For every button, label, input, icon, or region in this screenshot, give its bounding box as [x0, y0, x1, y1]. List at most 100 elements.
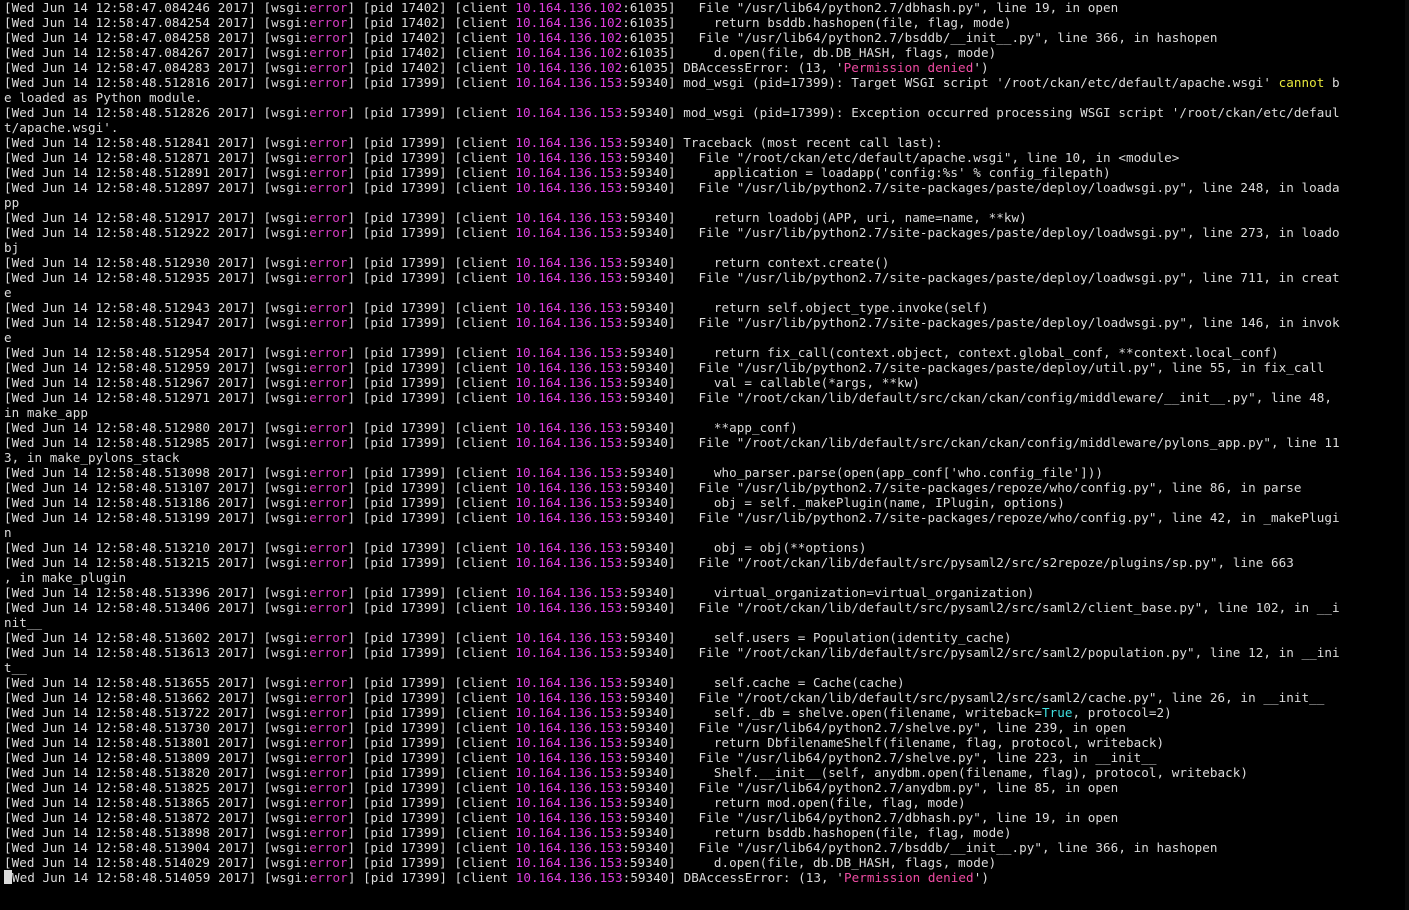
log-text: [Wed Jun 14 12:58:48.513820 2017] [wsgi:	[4, 765, 310, 780]
log-text: :59340] File "/usr/lib64/python2.7/dbhas…	[622, 810, 1119, 825]
log-line: [Wed Jun 14 12:58:48.513722 2017] [wsgi:…	[4, 705, 1405, 720]
log-text: ] [pid 17399] [client	[347, 720, 516, 735]
log-text: :59340] File "/usr/lib/python2.7/site-pa…	[622, 225, 1340, 240]
log-literal: True	[1042, 705, 1073, 720]
log-client-ip: 10.164.136.153	[515, 210, 623, 225]
log-client-ip: 10.164.136.153	[515, 150, 623, 165]
log-text: ] [pid 17399] [client	[347, 375, 516, 390]
log-client-ip: 10.164.136.153	[515, 465, 623, 480]
log-text: :59340] mod_wsgi (pid=17399): Exception …	[622, 105, 1340, 120]
log-text: ] [pid 17399] [client	[347, 480, 516, 495]
log-client-ip: 10.164.136.153	[515, 255, 623, 270]
log-text: pp	[4, 195, 20, 210]
log-text: ] [pid 17402] [client	[347, 0, 516, 15]
log-line: [Wed Jun 14 12:58:48.513801 2017] [wsgi:…	[4, 735, 1405, 750]
log-text: ] [pid 17399] [client	[347, 645, 516, 660]
log-level: error	[309, 480, 348, 495]
log-level: error	[309, 210, 348, 225]
log-text: ] [pid 17399] [client	[347, 300, 516, 315]
log-client-ip: 10.164.136.153	[515, 690, 623, 705]
log-client-ip: 10.164.136.153	[515, 840, 623, 855]
log-text: ] [pid 17399] [client	[347, 510, 516, 525]
log-text: e loaded as Python module.	[4, 90, 203, 105]
log-client-ip: 10.164.136.153	[515, 675, 623, 690]
log-text: :59340] return loadobj(APP, uri, name=na…	[622, 210, 1027, 225]
log-level: error	[309, 780, 348, 795]
log-text: [Wed Jun 14 12:58:47.084267 2017] [wsgi:	[4, 45, 310, 60]
log-line: [Wed Jun 14 12:58:48.513730 2017] [wsgi:…	[4, 720, 1405, 735]
log-client-ip: 10.164.136.153	[515, 105, 623, 120]
log-text: ] [pid 17402] [client	[347, 15, 516, 30]
log-text: [Wed Jun 14 12:58:48.513613 2017] [wsgi:	[4, 645, 310, 660]
log-level: error	[309, 30, 348, 45]
log-text: ] [pid 17399] [client	[347, 270, 516, 285]
log-text: [Wed Jun 14 12:58:48.512954 2017] [wsgi:	[4, 345, 310, 360]
log-client-ip: 10.164.136.153	[515, 825, 623, 840]
log-text: ] [pid 17399] [client	[347, 165, 516, 180]
log-text: [Wed Jun 14 12:58:48.513825 2017] [wsgi:	[4, 780, 310, 795]
log-client-ip: 10.164.136.153	[515, 180, 623, 195]
log-level: error	[309, 765, 348, 780]
terminal-output[interactable]: [Wed Jun 14 12:58:47.084246 2017] [wsgi:…	[0, 0, 1405, 910]
log-client-ip: 10.164.136.153	[515, 720, 623, 735]
log-level: error	[309, 690, 348, 705]
log-client-ip: 10.164.136.153	[515, 480, 623, 495]
log-line: [Wed Jun 14 12:58:48.513210 2017] [wsgi:…	[4, 540, 1405, 555]
log-line: [Wed Jun 14 12:58:48.512897 2017] [wsgi:…	[4, 180, 1405, 195]
log-client-ip: 10.164.136.153	[515, 585, 623, 600]
log-client-ip: 10.164.136.153	[515, 600, 623, 615]
log-text: [Wed Jun 14 12:58:48.512980 2017] [wsgi:	[4, 420, 310, 435]
log-client-ip: 10.164.136.153	[515, 225, 623, 240]
log-line: [Wed Jun 14 12:58:47.084254 2017] [wsgi:…	[4, 15, 1405, 30]
log-level: error	[309, 135, 348, 150]
log-text: [Wed Jun 14 12:58:48.512917 2017] [wsgi:	[4, 210, 310, 225]
log-text: ] [pid 17399] [client	[347, 795, 516, 810]
log-text: [Wed Jun 14 12:58:48.513602 2017] [wsgi:	[4, 630, 310, 645]
log-line: [Wed Jun 14 12:58:48.513098 2017] [wsgi:…	[4, 465, 1405, 480]
log-text: [Wed Jun 14 12:58:48.513662 2017] [wsgi:	[4, 690, 310, 705]
log-line: [Wed Jun 14 12:58:48.512959 2017] [wsgi:…	[4, 360, 1405, 375]
log-keyword: cannot	[1278, 75, 1325, 90]
log-client-ip: 10.164.136.153	[515, 540, 623, 555]
log-text: [Wed Jun 14 12:58:48.513730 2017] [wsgi:	[4, 720, 310, 735]
log-text: [Wed Jun 14 12:58:48.512841 2017] [wsgi:	[4, 135, 310, 150]
log-text: [Wed Jun 14 12:58:48.512967 2017] [wsgi:	[4, 375, 310, 390]
log-level: error	[309, 360, 348, 375]
log-text: :59340] File "/usr/lib/python2.7/site-pa…	[622, 510, 1340, 525]
log-level: error	[309, 870, 348, 885]
log-client-ip: 10.164.136.153	[515, 810, 623, 825]
log-text: :59340] Shelf.__init__(self, anydbm.open…	[622, 765, 1249, 780]
log-string: Permission denied	[843, 60, 974, 75]
log-text: :59340] virtual_organization=virtual_org…	[622, 585, 1035, 600]
log-text: [Wed Jun 14 12:58:48.513872 2017] [wsgi:	[4, 810, 310, 825]
log-client-ip: 10.164.136.153	[515, 555, 623, 570]
log-text: :59340] File "/usr/lib/python2.7/site-pa…	[622, 315, 1340, 330]
log-text: , protocol=2)	[1072, 705, 1172, 720]
log-text: :59340] self.users = Population(identity…	[622, 630, 1012, 645]
log-level: error	[309, 810, 348, 825]
log-text: :59340] File "/root/ckan/etc/default/apa…	[622, 150, 1180, 165]
log-line: e	[4, 330, 1405, 345]
log-level: error	[309, 60, 348, 75]
log-client-ip: 10.164.136.153	[515, 315, 623, 330]
log-client-ip: 10.164.136.153	[515, 765, 623, 780]
log-text: [Wed Jun 14 12:58:47.084283 2017] [wsgi:	[4, 60, 310, 75]
log-text: [Wed Jun 14 12:58:48.513406 2017] [wsgi:	[4, 600, 310, 615]
log-text: t/apache.wsgi'.	[4, 120, 119, 135]
scrollbar[interactable]	[1405, 0, 1409, 910]
log-text: ] [pid 17402] [client	[347, 60, 516, 75]
log-line: [Wed Jun 14 12:58:48.512930 2017] [wsgi:…	[4, 255, 1405, 270]
log-client-ip: 10.164.136.153	[515, 300, 623, 315]
log-level: error	[309, 390, 348, 405]
log-text: [Wed Jun 14 12:58:47.084258 2017] [wsgi:	[4, 30, 310, 45]
log-text: :59340] File "/root/ckan/lib/default/src…	[622, 600, 1340, 615]
log-text: :59340] self.cache = Cache(cache)	[622, 675, 905, 690]
log-text: :59340] File "/root/ckan/lib/default/src…	[622, 690, 1325, 705]
log-line: [Wed Jun 14 12:58:48.512943 2017] [wsgi:…	[4, 300, 1405, 315]
log-line: Wed Jun 14 12:58:48.514059 2017] [wsgi:e…	[4, 870, 1405, 885]
log-text: ] [pid 17399] [client	[347, 555, 516, 570]
log-client-ip: 10.164.136.102	[515, 30, 623, 45]
log-client-ip: 10.164.136.153	[515, 270, 623, 285]
log-line: [Wed Jun 14 12:58:48.512922 2017] [wsgi:…	[4, 225, 1405, 240]
log-text: :59340] File "/usr/lib/python2.7/site-pa…	[622, 180, 1340, 195]
